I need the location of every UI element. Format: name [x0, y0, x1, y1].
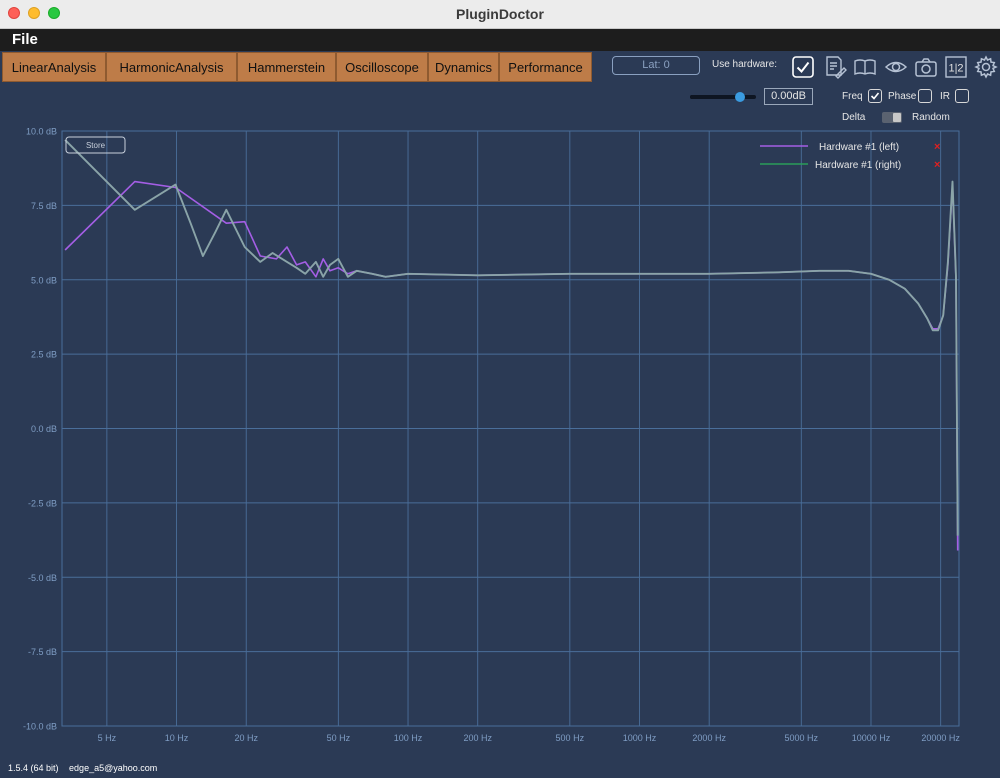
legend: Hardware #1 (left) × Hardware #1 (right)… [760, 141, 940, 171]
notes-icon[interactable] [823, 55, 847, 79]
x-tick-label: 2000 Hz [692, 733, 726, 743]
x-tick-label: 5 Hz [98, 733, 117, 743]
tab-harmonic-analysis[interactable]: HarmonicAnalysis [106, 52, 237, 82]
y-tick-label: -7.5 dB [28, 647, 57, 657]
tab-performance[interactable]: Performance [499, 52, 592, 82]
use-hardware-label: Use hardware: [712, 59, 778, 70]
use-hardware-checkbox[interactable] [791, 55, 815, 79]
freq-label: Freq [842, 91, 863, 102]
toolbar: LinearAnalysis HarmonicAnalysis Hammerst… [0, 51, 1000, 83]
phase-label: Phase [888, 91, 917, 102]
y-tick-label: 0.0 dB [31, 424, 57, 434]
gear-icon[interactable] [974, 55, 998, 79]
menu-bar: File [0, 29, 1000, 51]
latency-display: Lat: 0 [612, 56, 700, 75]
legend-remove-right-button[interactable]: × [934, 159, 940, 171]
frequency-response-chart: 10.0 dB 7.5 dB 5.0 dB 2.5 dB 0.0 dB -2.5 dB -5… [0, 123, 1000, 768]
x-tick-label: 100 Hz [394, 733, 423, 743]
y-tick-label: -10.0 dB [23, 722, 57, 732]
legend-label-left: Hardware #1 (left) [819, 142, 899, 153]
freq-checkbox[interactable] [868, 89, 882, 103]
x-tick-label: 10 Hz [165, 733, 189, 743]
eye-icon[interactable] [884, 55, 908, 79]
window-title: PluginDoctor [456, 6, 544, 22]
series-line-right [64, 139, 959, 536]
phase-checkbox[interactable] [918, 89, 932, 103]
x-tick-label: 1000 Hz [623, 733, 657, 743]
x-tick-label: 20 Hz [234, 733, 258, 743]
delta-label: Delta [842, 112, 866, 123]
svg-text:1|2: 1|2 [948, 63, 963, 75]
y-tick-label: 2.5 dB [31, 350, 57, 360]
title-bar: PluginDoctor [0, 0, 1000, 29]
x-tick-label: 5000 Hz [785, 733, 819, 743]
gain-slider[interactable] [690, 92, 756, 102]
status-bar: 1.5.4 (64 bit) edge_a5@yahoo.com [8, 763, 157, 773]
y-tick-label: -5.0 dB [28, 573, 57, 583]
menu-file[interactable]: File [12, 31, 38, 48]
delta-random-toggle[interactable] [882, 112, 902, 123]
x-tick-label: 200 Hz [463, 733, 492, 743]
version-label: 1.5.4 (64 bit) [8, 763, 59, 773]
y-tick-label: 7.5 dB [31, 201, 57, 211]
tab-linear-analysis[interactable]: LinearAnalysis [2, 52, 106, 82]
y-tick-label: 10.0 dB [26, 127, 57, 137]
gain-value-field[interactable]: 0.00dB [764, 88, 813, 105]
tab-hammerstein[interactable]: Hammerstein [237, 52, 336, 82]
legend-label-right: Hardware #1 (right) [815, 160, 901, 171]
chart-svg: 10.0 dB 7.5 dB 5.0 dB 2.5 dB 0.0 dB -2.5 dB -5… [23, 127, 960, 744]
tab-dynamics[interactable]: Dynamics [428, 52, 499, 82]
x-tick-label: 50 Hz [327, 733, 351, 743]
x-tick-label: 20000 Hz [921, 733, 960, 743]
tab-oscilloscope[interactable]: Oscilloscope [336, 52, 428, 82]
camera-icon[interactable] [914, 55, 938, 79]
y-tick-label: -2.5 dB [28, 498, 57, 508]
gain-slider-knob[interactable] [734, 92, 745, 102]
x-tick-label: 500 Hz [556, 733, 585, 743]
x-tick-label: 10000 Hz [852, 733, 891, 743]
ir-label: IR [940, 91, 950, 102]
ir-checkbox[interactable] [955, 89, 969, 103]
legend-remove-left-button[interactable]: × [934, 141, 940, 153]
channel-1-2-icon[interactable]: 1|2 [944, 55, 968, 79]
analysis-controls: 0.00dB Freq Phase IR Delta Random [0, 83, 1000, 123]
random-label: Random [912, 112, 950, 123]
store-button-label: Store [86, 141, 106, 150]
user-label: edge_a5@yahoo.com [69, 763, 158, 773]
y-tick-label: 5.0 dB [31, 275, 57, 285]
book-icon[interactable] [853, 55, 877, 79]
series-line-left [64, 180, 959, 551]
